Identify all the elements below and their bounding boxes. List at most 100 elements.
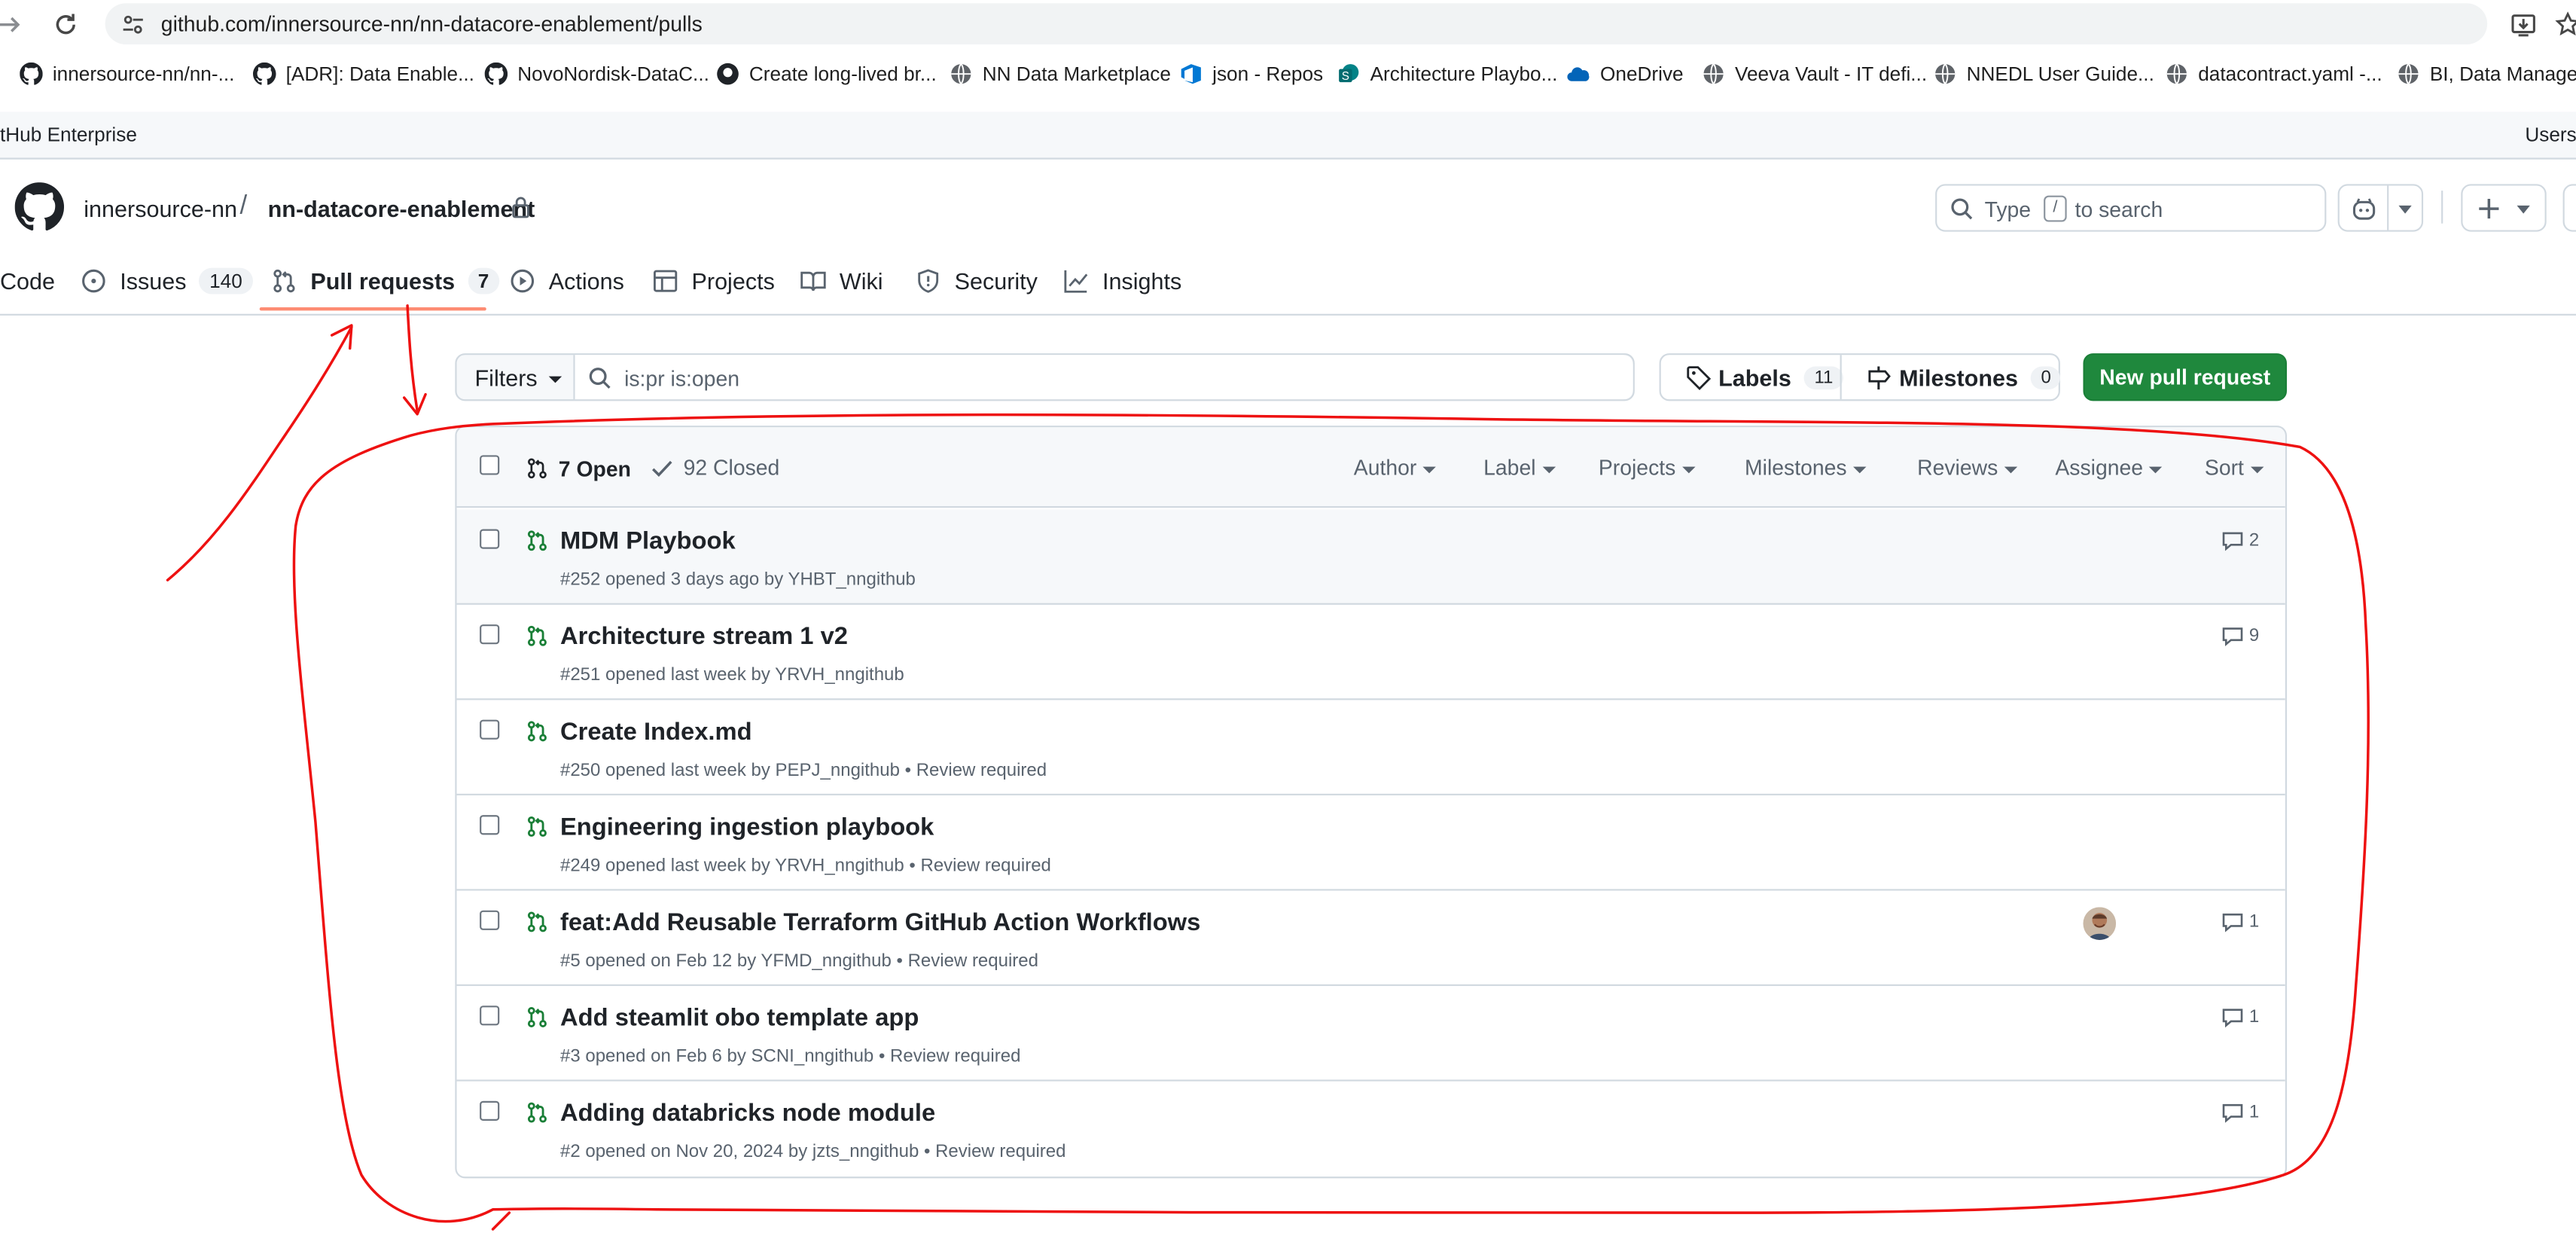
tab-label: Wiki: [839, 267, 883, 295]
row-checkbox[interactable]: [480, 1100, 500, 1121]
pr-title-link[interactable]: Adding databricks node module: [560, 1100, 935, 1128]
github-logo-icon[interactable]: [14, 182, 65, 231]
comments-link[interactable]: 1: [2221, 1101, 2259, 1125]
sort-dropdown[interactable]: Sort: [2205, 455, 2264, 480]
comments-link[interactable]: 9: [2221, 624, 2259, 648]
pr-title-link[interactable]: Architecture stream 1 v2: [560, 623, 848, 651]
pull-request-icon: [271, 268, 297, 295]
list-item[interactable]: Adding databricks node module #2 opened …: [457, 1082, 2285, 1177]
bookmark-item[interactable]: BI, Data Managem: [2397, 63, 2576, 85]
list-item[interactable]: feat:Add Reusable Terraform GitHub Actio…: [456, 891, 2285, 987]
reviews-filter-dropdown[interactable]: Reviews: [1917, 455, 2018, 480]
bookmark-item[interactable]: innersource-nn/nn-...: [20, 62, 234, 85]
bookmark-item[interactable]: S Architecture Playbo...: [1337, 62, 1558, 86]
chevron-down-icon: [2517, 205, 2530, 214]
bookmark-item[interactable]: datacontract.yaml -...: [2166, 63, 2382, 85]
copilot-button[interactable]: [2337, 184, 2424, 232]
tab-security[interactable]: Security: [915, 263, 1038, 299]
tab-issues[interactable]: Issues 140: [81, 263, 252, 299]
list-item[interactable]: Create Index.md #250 opened last week by…: [456, 700, 2285, 795]
projects-filter-dropdown[interactable]: Projects: [1599, 455, 1696, 480]
open-filter-link[interactable]: 7 Open: [526, 455, 631, 481]
bookmark-item[interactable]: OneDrive: [1567, 63, 1684, 85]
bookmark-label: Architecture Playbo...: [1370, 62, 1558, 86]
pull-requests-counter: 7: [468, 267, 499, 295]
row-checkbox[interactable]: [480, 1006, 500, 1026]
search-icon: [588, 367, 611, 390]
assignee-avatar[interactable]: [2083, 907, 2117, 940]
repo-owner-link[interactable]: innersource-nn: [84, 196, 237, 222]
issues-button[interactable]: [2562, 184, 2576, 232]
tab-projects[interactable]: Projects: [652, 263, 775, 299]
pr-title-link[interactable]: MDM Playbook: [560, 527, 736, 555]
bookmark-label: NN Data Marketplace: [982, 62, 1171, 86]
filter-query-input[interactable]: [624, 361, 1611, 395]
global-search-input[interactable]: Type / to search: [1935, 184, 2327, 232]
bookmark-item[interactable]: NovoNordisk-DataC...: [484, 62, 709, 86]
label-filter-dropdown[interactable]: Label: [1483, 455, 1556, 480]
url-bar[interactable]: github.com/innersource-nn/nn-datacore-en…: [105, 3, 2488, 44]
tab-pull-requests[interactable]: Pull requests 7: [271, 263, 499, 299]
url-text[interactable]: github.com/innersource-nn/nn-datacore-en…: [161, 11, 703, 36]
create-new-button[interactable]: [2461, 184, 2547, 232]
labels-button[interactable]: Labels 11: [1685, 355, 1843, 399]
sort-label: Sort: [2204, 455, 2244, 481]
tab-label: Insights: [1102, 267, 1182, 295]
list-item[interactable]: Architecture stream 1 v2 #251 opened las…: [456, 605, 2285, 700]
list-item[interactable]: MDM Playbook #252 opened 3 days ago by Y…: [456, 509, 2285, 605]
caret-down-icon: [1682, 465, 1696, 473]
tab-wiki[interactable]: Wiki: [800, 263, 883, 299]
copilot-divider: [2387, 185, 2389, 230]
pr-title-link[interactable]: feat:Add Reusable Terraform GitHub Actio…: [560, 909, 1200, 937]
chevron-down-icon[interactable]: [2398, 205, 2412, 214]
reload-icon[interactable]: [49, 8, 82, 41]
milestones-filter-dropdown[interactable]: Milestones: [1745, 455, 1867, 480]
repo-name-link[interactable]: nn-datacore-enablement: [268, 196, 535, 222]
comments-link[interactable]: 1: [2221, 911, 2259, 934]
row-checkbox[interactable]: [480, 624, 500, 645]
open-count-label: 7 Open: [558, 456, 631, 481]
filter-search-field[interactable]: [575, 355, 1633, 400]
issue-icon: [81, 268, 107, 295]
tab-insights[interactable]: Insights: [1063, 263, 1182, 299]
row-checkbox[interactable]: [480, 529, 500, 549]
open-pull-request-icon: [526, 1100, 549, 1126]
bookmark-item[interactable]: Create long-lived br...: [716, 63, 937, 85]
bookmark-star-icon[interactable]: [2551, 8, 2576, 41]
row-checkbox[interactable]: [480, 910, 500, 930]
comment-icon: [2221, 529, 2245, 553]
row-checkbox[interactable]: [480, 719, 500, 740]
new-pull-request-button[interactable]: New pull request: [2083, 353, 2288, 401]
comments-link[interactable]: 2: [2221, 529, 2259, 553]
milestones-button[interactable]: Milestones 0: [1866, 355, 2061, 399]
enterprise-title[interactable]: tHub Enterprise: [0, 124, 137, 147]
bookmark-item[interactable]: NNEDL User Guide...: [1934, 63, 2154, 85]
label-filter-label: Label: [1483, 455, 1536, 481]
comments-link[interactable]: 1: [2221, 1006, 2259, 1029]
forward-arrow-icon[interactable]: [0, 8, 26, 41]
row-checkbox[interactable]: [480, 815, 500, 835]
bookmark-item[interactable]: [ADR]: Data Enable...: [252, 62, 474, 85]
github-icon: [484, 62, 508, 86]
pr-title-link[interactable]: Add steamlit obo template app: [560, 1004, 919, 1032]
pr-title-link[interactable]: Create Index.md: [560, 718, 752, 746]
users-link[interactable]: Users: [2525, 124, 2576, 147]
select-all-checkbox[interactable]: [480, 455, 500, 475]
list-item[interactable]: Add steamlit obo template app #3 opened …: [456, 986, 2285, 1082]
caret-down-icon: [2250, 465, 2264, 473]
bookmark-item[interactable]: Veeva Vault - IT defi...: [1702, 63, 1927, 85]
tab-code[interactable]: Code: [0, 263, 55, 299]
bookmark-item[interactable]: json - Repos: [1180, 63, 1323, 85]
install-app-icon[interactable]: [2507, 8, 2540, 41]
filters-dropdown-button[interactable]: Filters: [457, 355, 575, 400]
site-info-icon[interactable]: [118, 10, 148, 39]
pr-meta: #251 opened last week by YRVH_nngithub: [559, 665, 904, 685]
pr-title-link[interactable]: Engineering ingestion playbook: [560, 813, 934, 841]
open-pull-request-icon: [526, 623, 549, 649]
closed-filter-link[interactable]: 92 Closed: [651, 455, 779, 480]
tab-actions[interactable]: Actions: [509, 263, 624, 299]
assignee-filter-dropdown[interactable]: Assignee: [2055, 455, 2163, 480]
list-item[interactable]: Engineering ingestion playbook #249 open…: [456, 795, 2285, 891]
bookmark-item[interactable]: NN Data Marketplace: [950, 62, 1171, 86]
author-filter-dropdown[interactable]: Author: [1354, 455, 1437, 480]
